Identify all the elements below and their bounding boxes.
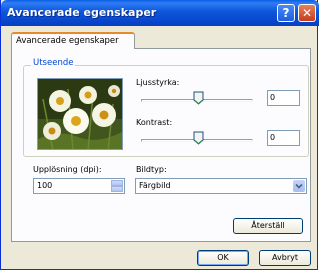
image-type-value: Färgbild [139, 181, 171, 190]
resolution-spinner[interactable]: 100 [33, 178, 125, 194]
close-button[interactable]: ✕ [298, 4, 316, 22]
spin-arrows-icon[interactable] [111, 180, 123, 192]
brightness-label: Ljusstyrka: [136, 78, 180, 87]
dialog-window: Avancerade egenskaper ? ✕ Avancerade ege… [0, 0, 319, 270]
cancel-button[interactable]: Avbryt [259, 250, 311, 266]
window-title: Avancerade egenskaper [7, 6, 157, 19]
flower-preview-picture [38, 79, 122, 149]
contrast-field[interactable]: 0 [267, 130, 300, 146]
reset-button[interactable]: Återställ [233, 218, 303, 234]
chevron-down-icon[interactable] [293, 180, 305, 192]
image-type-label: Bildtyp: [136, 165, 167, 174]
image-type-select[interactable]: Färgbild [135, 178, 307, 194]
resolution-label: Upplösning (dpi): [33, 165, 102, 174]
appearance-group-label: Utseende [31, 58, 76, 68]
brightness-field[interactable]: 0 [267, 90, 300, 106]
resolution-value: 100 [37, 181, 53, 190]
title-bar[interactable]: Avancerade egenskaper ? ✕ [1, 0, 319, 26]
tab-advanced-properties[interactable]: Avancerade egenskaper [11, 32, 135, 49]
ok-button[interactable]: OK [197, 250, 249, 266]
spin-down-icon[interactable] [111, 186, 123, 192]
help-button[interactable]: ? [277, 4, 295, 22]
contrast-label: Kontrast: [136, 118, 173, 127]
preview-image [37, 78, 123, 150]
contrast-slider-thumb[interactable] [193, 131, 204, 145]
brightness-slider-thumb[interactable] [193, 91, 204, 105]
